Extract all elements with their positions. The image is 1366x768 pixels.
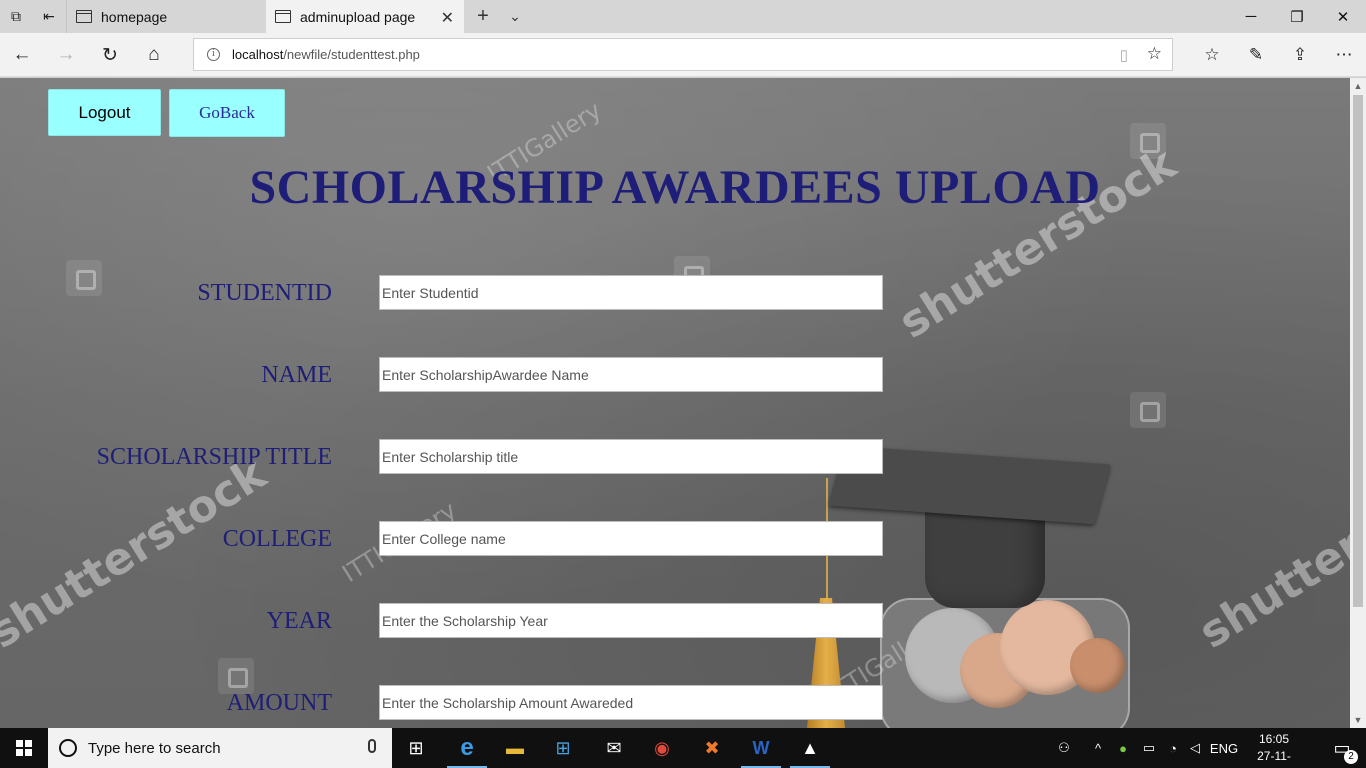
tab-actions-icon[interactable]: ⧉ — [0, 0, 32, 33]
taskbar-search-box[interactable]: Type here to search — [48, 728, 392, 768]
store-icon[interactable]: ⊞ — [539, 728, 587, 768]
year-label: YEAR — [266, 608, 332, 634]
goback-button[interactable]: GoBack — [169, 89, 285, 137]
photos-icon[interactable]: ▲ — [786, 728, 834, 768]
close-tab-icon[interactable]: ✕ — [441, 8, 454, 28]
microphone-icon[interactable] — [368, 739, 376, 753]
task-view-icon[interactable]: ⊞ — [392, 728, 440, 768]
share-icon[interactable]: ⇪ — [1278, 33, 1322, 77]
amount-input[interactable] — [379, 685, 883, 720]
studentid-input[interactable] — [379, 275, 883, 310]
page-icon — [275, 10, 291, 23]
close-window-button[interactable]: ✕ — [1320, 0, 1366, 33]
name-input[interactable] — [379, 357, 883, 392]
page-content: shutterstock shutterstock shutterstock I… — [0, 78, 1350, 728]
watermark-text: shutterstock — [1190, 448, 1350, 659]
name-label: NAME — [261, 362, 332, 388]
xampp-icon[interactable]: ✖ — [688, 728, 736, 768]
action-center-icon[interactable]: ▭ 2 — [1318, 728, 1366, 768]
set-tabs-aside-icon[interactable]: ⇤ — [33, 0, 65, 33]
page-icon — [76, 10, 92, 23]
site-info-icon[interactable]: i — [207, 48, 220, 61]
pen-notes-icon[interactable]: ✎ — [1234, 33, 1278, 77]
clock-time: 16:05 — [1258, 732, 1290, 746]
cortana-circle-icon — [59, 739, 77, 757]
studentid-label: STUDENTID — [197, 280, 332, 306]
new-tab-button[interactable]: + — [472, 5, 494, 27]
amount-label: AMOUNT — [226, 690, 332, 716]
battery-icon[interactable]: ▭ — [1138, 728, 1160, 768]
page-title: SCHOLARSHIP AWARDEES UPLOAD — [249, 161, 1101, 214]
favorites-hub-icon[interactable]: ☆ — [1190, 33, 1234, 77]
home-button[interactable]: ⌂ — [132, 33, 176, 77]
file-explorer-icon[interactable]: ▬ — [491, 728, 539, 768]
people-icon[interactable]: ⚇ — [1052, 728, 1076, 768]
watermark-logo-icon — [218, 658, 254, 694]
watermark-logo-icon — [1130, 392, 1166, 428]
favorite-star-icon[interactable]: ☆ — [1147, 44, 1162, 64]
tab-title: homepage — [101, 8, 168, 25]
coin — [1070, 638, 1125, 693]
minimize-button[interactable]: ─ — [1228, 0, 1274, 33]
browser-tab-bar: ⧉ ⇤ homepage adminupload page ✕ + ⌄ ─ ❐ … — [0, 0, 1366, 33]
year-input[interactable] — [379, 603, 883, 638]
scroll-down-icon[interactable]: ▼ — [1350, 712, 1366, 728]
reading-view-icon[interactable]: ▯ — [1120, 46, 1128, 64]
back-button[interactable]: ← — [0, 33, 44, 77]
tab-title: adminupload page — [300, 8, 416, 25]
language-indicator[interactable]: ENG — [1208, 728, 1240, 768]
logout-button[interactable]: Logout — [48, 89, 161, 136]
more-menu-icon[interactable]: ⋯ — [1322, 33, 1366, 77]
mail-icon[interactable]: ✉ — [590, 728, 638, 768]
start-button[interactable] — [0, 728, 48, 768]
maximize-button[interactable]: ❐ — [1274, 0, 1320, 33]
navigation-bar: ← → ↻ ⌂ i localhost/newfile/studenttest.… — [0, 33, 1366, 77]
windows-logo-icon — [16, 740, 32, 756]
watermark-logo-icon — [66, 260, 102, 296]
vertical-scrollbar[interactable]: ▲ ▼ — [1350, 78, 1366, 728]
tab-homepage[interactable]: homepage — [66, 0, 266, 33]
search-placeholder: Type here to search — [88, 739, 221, 757]
address-bar[interactable]: i localhost/newfile/studenttest.php ▯ ☆ — [193, 38, 1173, 71]
word-icon[interactable]: W — [737, 728, 785, 768]
notification-count-badge: 2 — [1344, 750, 1358, 764]
scroll-up-icon[interactable]: ▲ — [1350, 78, 1366, 94]
college-input[interactable] — [379, 521, 883, 556]
watermark-logo-icon — [1130, 123, 1166, 159]
clock-date: 27-11-2019 — [1257, 749, 1291, 768]
edge-browser-icon[interactable]: e — [443, 728, 491, 768]
refresh-button[interactable]: ↻ — [88, 33, 132, 77]
scholarship-title-input[interactable] — [379, 439, 883, 474]
app-tray-icon[interactable]: ● — [1112, 728, 1134, 768]
volume-muted-icon[interactable]: ◁ — [1184, 728, 1206, 768]
clock[interactable]: 16:05 27-11-2019 — [1244, 731, 1304, 768]
tab-adminupload[interactable]: adminupload page ✕ — [266, 0, 464, 33]
forward-button[interactable]: → — [44, 33, 88, 77]
scholarship-title-label: SCHOLARSHIP TITLE — [96, 444, 332, 470]
scrollbar-thumb[interactable] — [1353, 95, 1363, 607]
tab-list-dropdown[interactable]: ⌄ — [505, 5, 525, 27]
show-hidden-icons-icon[interactable]: ^ — [1088, 728, 1108, 768]
url-text: localhost/newfile/studenttest.php — [232, 47, 420, 62]
wifi-icon[interactable]: ◔ — [1162, 728, 1184, 768]
taskbar: Type here to search ⊞ e ▬ ⊞ ✉ ◉ ✖ W ▲ ⚇ … — [0, 728, 1366, 768]
college-label: COLLEGE — [222, 526, 332, 552]
chrome-icon[interactable]: ◉ — [638, 728, 686, 768]
watermark-text: shutterstock — [0, 448, 275, 659]
